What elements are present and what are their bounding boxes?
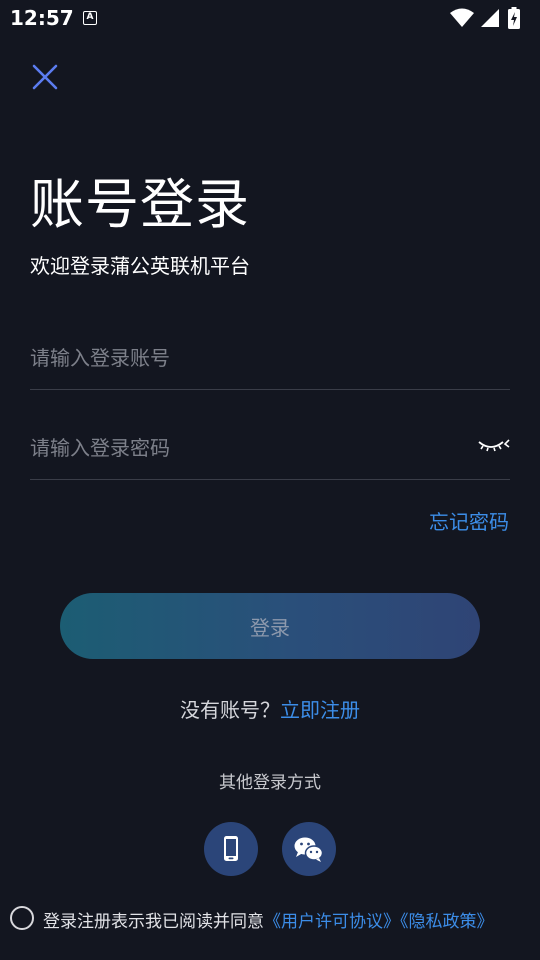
agreement-row: 登录注册表示我已阅读并同意《用户许可协议》《隐私政策》	[10, 906, 535, 932]
agreement-text-wrap: 登录注册表示我已阅读并同意《用户许可协议》《隐私政策》	[43, 907, 494, 932]
page-title: 账号登录	[30, 173, 250, 236]
wechat-icon	[294, 837, 324, 862]
privacy-policy-link[interactable]: 《隐私政策》	[400, 912, 494, 932]
status-time: 12:57	[10, 6, 74, 30]
register-question: 没有账号？	[180, 698, 280, 722]
close-button[interactable]	[28, 60, 62, 94]
battery-icon	[508, 7, 520, 29]
register-link[interactable]: 立即注册	[280, 698, 360, 722]
eye-closed-icon	[478, 439, 510, 452]
password-input[interactable]	[30, 428, 470, 468]
phone-login-button[interactable]	[204, 822, 258, 876]
forgot-password-link[interactable]: 忘记密码	[429, 506, 509, 535]
page-subtitle: 欢迎登录蒲公英联机平台	[30, 254, 250, 278]
user-license-link[interactable]: 《用户许可协议》	[264, 912, 400, 932]
status-icons	[450, 7, 530, 29]
wifi-icon	[450, 8, 474, 27]
wechat-login-button[interactable]	[282, 822, 336, 876]
agreement-checkbox[interactable]	[10, 906, 34, 930]
status-bar: 12:57 A	[0, 0, 540, 36]
login-button[interactable]: 登录	[60, 593, 480, 659]
account-input[interactable]	[30, 338, 470, 378]
account-field	[30, 330, 510, 390]
register-row: 没有账号？立即注册	[0, 694, 540, 723]
password-field	[30, 420, 510, 480]
other-login-label: 其他登录方式	[219, 773, 321, 793]
toggle-password-visibility[interactable]	[476, 434, 510, 458]
notification-a-icon: A	[83, 11, 97, 25]
agreement-text: 登录注册表示我已阅读并同意	[43, 912, 264, 932]
close-icon	[32, 64, 58, 90]
signal-icon	[481, 9, 499, 27]
phone-icon	[224, 836, 238, 861]
